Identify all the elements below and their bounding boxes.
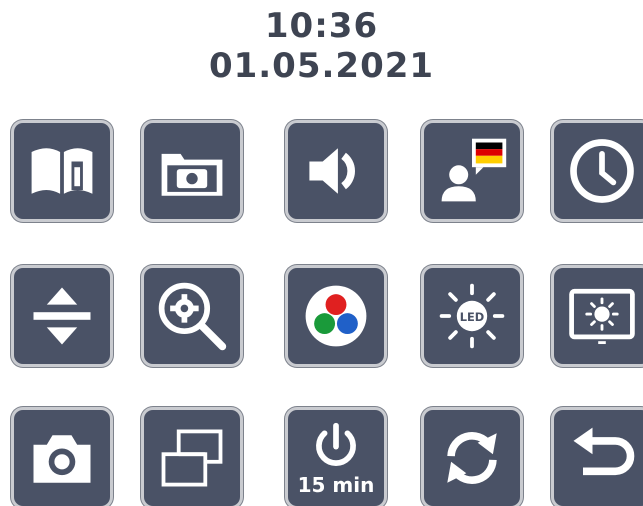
screen-split-button[interactable] bbox=[144, 410, 240, 506]
timer-label: 15 min bbox=[297, 473, 375, 497]
refresh-button[interactable] bbox=[424, 410, 520, 506]
color-mode-button[interactable] bbox=[288, 268, 384, 364]
screen-brightness-icon bbox=[569, 288, 635, 345]
volume-button[interactable] bbox=[288, 123, 384, 219]
photo-folder-icon bbox=[161, 153, 223, 196]
date-display: 01.05.2021 bbox=[208, 46, 435, 86]
sleep-timer-button[interactable]: 15 min bbox=[288, 410, 384, 506]
status-header: 10:36 01.05.2021 bbox=[0, 6, 643, 86]
clock-icon bbox=[570, 139, 634, 203]
language-button[interactable] bbox=[424, 123, 520, 219]
svg-text:LED: LED bbox=[460, 310, 485, 324]
camera-button[interactable] bbox=[14, 410, 110, 506]
line-spacing-button[interactable] bbox=[14, 268, 110, 364]
back-button[interactable] bbox=[554, 410, 643, 506]
gallery-button[interactable] bbox=[144, 123, 240, 219]
led-light-button[interactable]: LED bbox=[424, 268, 520, 364]
time-display: 10:36 bbox=[264, 6, 379, 46]
language-german-icon bbox=[441, 138, 507, 202]
color-modes-icon bbox=[305, 285, 367, 347]
speaker-volume-icon bbox=[309, 148, 355, 194]
screen-brightness-button[interactable] bbox=[554, 268, 643, 364]
zoom-settings-button[interactable] bbox=[144, 268, 240, 364]
back-icon bbox=[573, 427, 635, 476]
screen-overlay-icon bbox=[161, 429, 223, 487]
up-down-arrows-icon bbox=[33, 287, 91, 345]
manual-button[interactable] bbox=[14, 123, 110, 219]
zoom-settings-icon bbox=[158, 282, 227, 351]
manual-info-icon bbox=[31, 148, 93, 194]
camera-icon bbox=[33, 435, 91, 483]
refresh-icon bbox=[447, 432, 497, 484]
led-light-icon: LED bbox=[439, 283, 505, 349]
clock-button[interactable] bbox=[554, 123, 643, 219]
